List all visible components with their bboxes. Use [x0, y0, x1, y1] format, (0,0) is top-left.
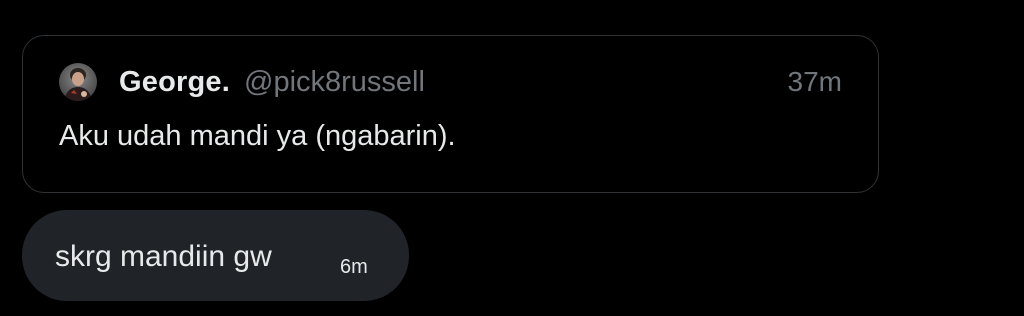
quoted-post-timestamp: 37m: [787, 66, 842, 97]
quoted-post-text: Aku udah mandi ya (ngabarin).: [59, 120, 456, 152]
author-name[interactable]: George.: [119, 66, 230, 99]
quoted-post-card[interactable]: George. @pick8russell 37m Aku udah mandi…: [22, 35, 879, 193]
avatar[interactable]: [59, 63, 97, 101]
message-timestamp: 6m: [340, 256, 368, 278]
author-handle[interactable]: @pick8russell: [244, 66, 425, 99]
message-text: skrg mandiin gw: [55, 240, 272, 273]
quoted-post-header: George. @pick8russell 37m: [59, 62, 842, 102]
message-bubble[interactable]: skrg mandiin gw 6m: [22, 210, 409, 301]
user-avatar-photo-icon: [59, 63, 97, 101]
